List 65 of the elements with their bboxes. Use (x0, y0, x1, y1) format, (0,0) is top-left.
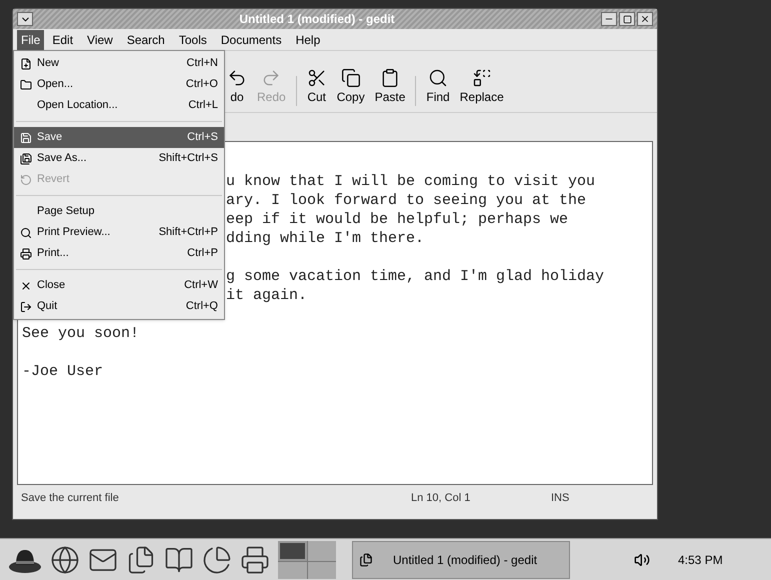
cursor-position: Ln 10, Col 1 (411, 490, 472, 506)
menu-entry[interactable]: Save As... Shift+Ctrl+S (14, 148, 224, 169)
replace-icon (472, 68, 492, 88)
menu-entry[interactable]: Open Location... Ctrl+L (14, 95, 224, 116)
new-file-icon (20, 58, 32, 70)
workspace[interactable] (278, 540, 306, 561)
maximize-icon (622, 14, 632, 24)
text-line: g some vacation time, and I'm glad holiday (226, 268, 604, 285)
document-icon (359, 552, 373, 566)
task-button[interactable]: Untitled 1 (modified) - gedit (352, 540, 570, 578)
toolbar-button[interactable]: Replace (460, 68, 504, 106)
menu-item[interactable]: Help (290, 30, 326, 50)
menu-entry[interactable]: Page Setup (14, 201, 224, 222)
menu-item[interactable]: View (81, 30, 119, 50)
text-line: dding while I'm there. (226, 230, 424, 247)
minimize-button[interactable] (601, 12, 617, 26)
globe-icon[interactable] (50, 544, 80, 574)
close-button[interactable] (637, 12, 653, 26)
magnifier-icon (20, 226, 32, 238)
text-line: u know that I will be coming to visit you (226, 173, 596, 190)
floppy-disks-icon (20, 152, 32, 164)
search-icon (428, 68, 448, 88)
menu-item[interactable]: Search (120, 30, 171, 50)
menu-entry[interactable]: Open... Ctrl+O (14, 74, 224, 95)
toolbar-button[interactable]: Copy (336, 68, 365, 106)
clipboard-icon (380, 68, 400, 88)
folder-icon (20, 78, 32, 90)
revert-icon (20, 174, 32, 186)
toolbar-button[interactable]: do (227, 68, 247, 106)
text-line: -Joe User (22, 363, 104, 380)
close-icon (640, 14, 650, 24)
documents-icon[interactable] (126, 544, 156, 574)
menu-entry[interactable]: Close Ctrl+W (14, 275, 224, 296)
text-line: it again. (226, 287, 308, 304)
insert-mode: INS (551, 490, 570, 506)
window-menu-button[interactable] (17, 12, 33, 26)
menu-entry[interactable]: Quit Ctrl+Q (14, 296, 224, 317)
pie-chart-icon[interactable] (202, 544, 232, 574)
menu-entry[interactable]: Print Preview... Shift+Ctrl+P (14, 222, 224, 243)
toolbar-button[interactable]: Find (426, 68, 450, 106)
copy-icon (340, 68, 361, 88)
text-line: ary. I look forward to seeing you at the (226, 192, 586, 209)
menu-item[interactable]: Documents (214, 30, 288, 50)
clock[interactable]: 4:53 PM (678, 550, 723, 568)
printer-icon (20, 248, 32, 260)
text-line: See you soon! (22, 325, 140, 342)
toolbar-button[interactable]: Cut (306, 68, 327, 106)
menu-entry[interactable]: Save Ctrl+S (14, 127, 224, 148)
menu-entry[interactable]: Print... Ctrl+P (14, 243, 224, 264)
scissors-icon (306, 68, 327, 88)
menu-entry[interactable]: New Ctrl+N (14, 53, 224, 74)
toolbar-button[interactable]: Paste (374, 68, 406, 106)
exit-icon (20, 300, 32, 312)
menu-item[interactable]: Edit (46, 30, 80, 50)
menu-item[interactable]: File (17, 30, 44, 50)
printer-icon[interactable] (240, 544, 270, 574)
status-message: Save the current file (21, 490, 120, 506)
workspace-switcher[interactable] (278, 540, 336, 578)
maximize-button[interactable] (619, 12, 635, 26)
volume-icon[interactable] (634, 552, 650, 568)
window-title: Untitled 1 (modified) - gedit (238, 11, 396, 28)
undo-icon (227, 68, 247, 88)
text-line: eep if it would be helpful; perhaps we (226, 211, 568, 228)
close-icon (20, 280, 32, 292)
menu-item[interactable]: Tools (172, 30, 213, 50)
